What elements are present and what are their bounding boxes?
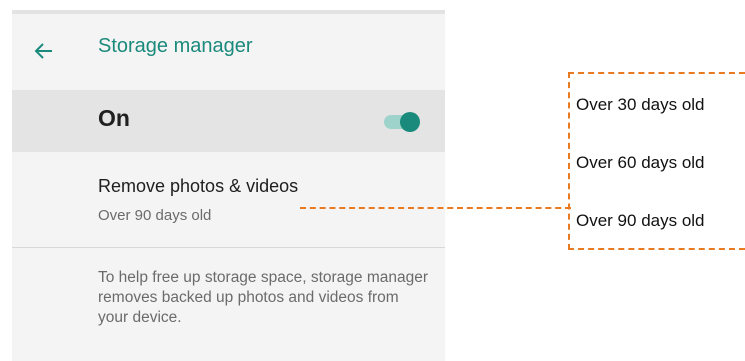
app-bar: Storage manager [12,14,445,90]
callout-leader-line [300,207,571,209]
footer-description: To help free up storage space, storage m… [98,269,429,326]
options-popup: Over 30 days old Over 60 days old Over 9… [568,72,745,250]
setting-title: Remove photos & videos [98,176,299,196]
page-title: Storage manager [98,35,253,57]
phone-screen: Storage manager On Remove photos & video… [12,10,445,361]
master-toggle-row[interactable]: On [12,90,445,152]
setting-value: Over 90 days old [98,207,212,224]
option-30-days[interactable]: Over 30 days old [576,95,705,115]
switch-thumb [400,112,420,132]
toggle-label: On [98,105,130,131]
divider [12,247,445,248]
option-90-days[interactable]: Over 90 days old [576,211,705,231]
storage-manager-switch[interactable] [382,112,422,132]
arrow-back-icon[interactable] [34,41,54,61]
remove-photos-setting[interactable]: Remove photos & videos Over 90 days old [12,152,445,248]
option-60-days[interactable]: Over 60 days old [576,153,705,173]
